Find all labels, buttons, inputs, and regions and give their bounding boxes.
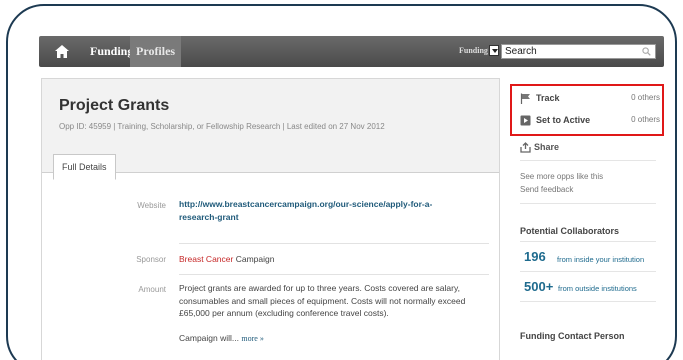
scope-dropdown-icon[interactable] — [489, 45, 499, 56]
amount-label: Amount — [138, 285, 166, 294]
track-label: Track — [536, 93, 560, 103]
flag-icon — [520, 93, 530, 104]
divider — [520, 203, 656, 204]
nav-profiles[interactable]: Profiles — [130, 36, 182, 67]
inside-link[interactable]: from inside your institution — [557, 255, 644, 264]
campaign-summary: Campaign will... more » — [179, 332, 484, 346]
divider — [520, 271, 656, 272]
divider — [179, 243, 489, 244]
campaign-text: Campaign will... — [179, 333, 239, 343]
sidebar: Track 0 others Set to Active 0 others Sh… — [510, 78, 664, 360]
sponsor-name-rest: Campaign — [233, 254, 275, 264]
set-active-count: 0 others — [631, 115, 660, 124]
sponsor-value: Breast Cancer Campaign — [179, 253, 484, 266]
home-button[interactable] — [39, 36, 84, 67]
divider — [179, 274, 489, 275]
set-active-action[interactable]: Set to Active 0 others — [520, 115, 660, 129]
see-more-link[interactable]: See more opps like this — [520, 171, 603, 183]
outside-count[interactable]: 500+ — [524, 279, 553, 294]
website-value: http://www.breastcancercampaign.org/our-… — [179, 198, 484, 223]
website-link-line1[interactable]: http://www.breastcancercampaign.org/our-… — [179, 198, 484, 211]
nav-funding[interactable]: Funding — [90, 36, 133, 67]
tab-full-details[interactable]: Full Details — [53, 154, 116, 180]
opportunity-meta: Opp ID: 45959 | Training, Scholarship, o… — [59, 122, 385, 131]
divider — [520, 301, 656, 302]
opportunity-header: Project Grants Opp ID: 45959 | Training,… — [42, 79, 499, 180]
action-highlight-box: Track 0 others Set to Active 0 others — [510, 84, 664, 136]
collaborators-heading: Potential Collaborators — [520, 226, 620, 236]
screenshot-frame: Funding Profiles Funding Search Project … — [6, 4, 677, 360]
track-count: 0 others — [631, 93, 660, 102]
share-icon — [520, 142, 531, 153]
divider — [520, 160, 656, 161]
website-label: Website — [137, 201, 166, 210]
website-link-line2[interactable]: research-grant — [179, 211, 484, 224]
search-scope-label[interactable]: Funding — [459, 46, 488, 55]
share-label: Share — [534, 142, 560, 152]
inside-count[interactable]: 196 — [524, 249, 546, 264]
sponsor-name-highlight[interactable]: Breast Cancer — [179, 254, 233, 264]
page-title: Project Grants — [59, 97, 170, 114]
home-icon — [54, 45, 69, 58]
divider — [520, 241, 656, 242]
contact-heading: Funding Contact Person — [520, 331, 625, 341]
sponsor-label: Sponsor — [136, 255, 166, 264]
amount-value: Project grants are awarded for up to thr… — [179, 283, 466, 318]
opportunity-panel: Project Grants Opp ID: 45959 | Training,… — [41, 78, 500, 360]
search-input-value: Search — [505, 46, 537, 57]
send-feedback-link[interactable]: Send feedback — [520, 184, 573, 196]
play-box-icon — [520, 115, 531, 126]
search-input[interactable]: Search — [501, 44, 656, 59]
top-navbar: Funding Profiles Funding Search — [39, 36, 664, 67]
more-link[interactable]: more » — [241, 334, 263, 343]
search-icon[interactable] — [642, 47, 651, 56]
track-action[interactable]: Track 0 others — [520, 93, 660, 107]
outside-link[interactable]: from outside institutions — [558, 284, 637, 293]
set-active-label: Set to Active — [536, 115, 591, 125]
